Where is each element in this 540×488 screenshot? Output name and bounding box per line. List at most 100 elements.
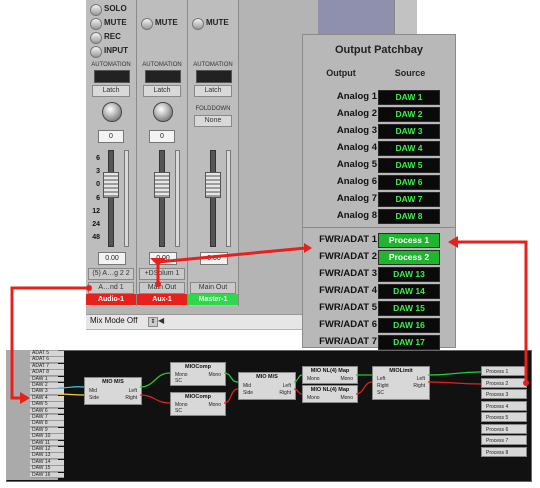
port-mono-in[interactable]: Mono <box>307 376 320 382</box>
patchbay-title: Output Patchbay <box>334 44 423 56</box>
port-right[interactable]: Right <box>125 395 137 401</box>
port-sc[interactable]: SC <box>377 390 384 396</box>
patchbay-source-select[interactable]: Process 1 <box>378 233 440 248</box>
port-mid[interactable]: Mid <box>243 383 251 389</box>
pan-knob[interactable] <box>153 102 173 122</box>
output-selector[interactable]: A…nd 1 <box>88 282 134 294</box>
node-miocomp-2[interactable]: MIOComp Mono SC Mono <box>170 392 226 416</box>
port-mono-out[interactable]: Mono <box>340 376 353 382</box>
process-output-item[interactable]: Process 6 <box>481 423 527 434</box>
port-right-out[interactable]: Right <box>413 383 425 389</box>
automation-label: AUTOMATION <box>142 62 182 68</box>
port-mid[interactable]: Mid <box>89 388 97 394</box>
port-side[interactable]: Side <box>89 395 99 401</box>
port-side[interactable]: Side <box>243 390 253 396</box>
port-left-in[interactable]: Left <box>377 376 385 382</box>
node-mio-nl4-map-1[interactable]: MIO NL(4) Map Mono Mono <box>302 366 358 384</box>
output-selector[interactable]: Main Out <box>190 282 236 294</box>
patchbay-source-select[interactable]: DAW 4 <box>378 141 440 156</box>
port-left[interactable]: Left <box>283 383 291 389</box>
process-output-item[interactable]: Process 3 <box>481 389 527 399</box>
automation-mode-select[interactable]: Latch <box>92 85 130 97</box>
automation-mode-select[interactable]: Latch <box>194 85 232 97</box>
track-name-audio-1[interactable]: Audio-1 <box>86 294 136 305</box>
output-selector[interactable]: Main Out <box>139 282 185 294</box>
node-miocomp-1[interactable]: MIOComp Mono SC Mono <box>170 362 226 386</box>
patchbay-source-select[interactable]: DAW 14 <box>378 284 440 299</box>
port-mono-in[interactable]: Mono <box>307 395 320 401</box>
input-list-item[interactable]: DAW 16 <box>30 472 64 479</box>
port-mono-out[interactable]: Mono <box>208 372 221 378</box>
patchbay-source-select[interactable]: DAW 13 <box>378 267 440 282</box>
output-patchbay-panel: Output Patchbay Output Source Analog 1 DA… <box>302 34 456 350</box>
pan-value[interactable]: 0 <box>98 130 124 143</box>
patchbay-source-select[interactable]: DAW 17 <box>378 335 440 350</box>
track-name-master-1[interactable]: Master-1 <box>188 294 238 305</box>
patchbay-source-select[interactable]: Process 2 <box>378 250 440 265</box>
patchbay-output-label: FWR/ADAT 1 <box>319 234 377 245</box>
insert-slot[interactable]: +DSplum 1 <box>139 268 185 280</box>
pan-knob[interactable] <box>102 102 122 122</box>
pan-value[interactable]: 0 <box>149 130 175 143</box>
mute-label: MUTE <box>206 18 229 27</box>
patchbay-output-label: FWR/ADAT 3 <box>319 268 377 279</box>
port-sc[interactable]: SC <box>175 378 182 384</box>
port-right[interactable]: Right <box>279 390 291 396</box>
mute-button[interactable] <box>90 18 102 30</box>
patchbay-source-select[interactable]: DAW 2 <box>378 107 440 122</box>
process-output-item[interactable]: Process 8 <box>481 446 527 457</box>
node-mio-ms-2[interactable]: MIO M/S Mid Side Left Right <box>238 372 296 400</box>
port-mono-out[interactable]: Mono <box>208 402 221 408</box>
patchbay-output-label: Analog 3 <box>336 125 377 136</box>
node-mio-ms-1[interactable]: MIO M/S Mid Side Left Right <box>84 377 142 405</box>
process-output-item[interactable]: Process 2 <box>481 377 527 388</box>
mute-button[interactable] <box>141 18 153 30</box>
solo-button[interactable] <box>90 4 102 16</box>
volume-value[interactable]: 0.00 <box>98 252 126 265</box>
process-output-item[interactable]: Process 4 <box>481 400 527 411</box>
automation-buttons[interactable] <box>94 70 130 83</box>
volume-fader[interactable] <box>154 172 170 198</box>
process-output-item[interactable]: Process 5 <box>481 412 527 422</box>
patchbay-source-select[interactable]: DAW 15 <box>378 301 440 316</box>
node-mio-nl4-map-2[interactable]: MIO NL(4) Map Mono Mono <box>302 385 358 403</box>
patchbay-source-select[interactable]: DAW 8 <box>378 209 440 224</box>
patchbay-source-select[interactable]: DAW 5 <box>378 158 440 173</box>
rec-button[interactable] <box>90 32 102 44</box>
stepper-icon[interactable]: ⇕ <box>148 317 158 327</box>
scale-0: 0 <box>96 181 100 188</box>
node-miolimit[interactable]: MIOLimit Left Right SC Left Right <box>372 366 430 400</box>
patchbay-source-select[interactable]: DAW 3 <box>378 124 440 139</box>
automation-buttons[interactable] <box>196 70 232 83</box>
patchbay-source-select[interactable]: DAW 7 <box>378 192 440 207</box>
volume-fader[interactable] <box>205 172 221 198</box>
source-column-header: Source <box>394 68 426 78</box>
port-sc[interactable]: SC <box>175 408 182 414</box>
automation-label: AUTOMATION <box>91 62 131 68</box>
channel-strip-aux-1: MUTE AUTOMATION Latch 0 0.00 +DSplum 1 M… <box>137 0 188 306</box>
automation-buttons[interactable] <box>145 70 181 83</box>
process-output-item[interactable]: Process 1 <box>481 366 527 376</box>
mute-label: MUTE <box>155 18 178 27</box>
automation-mode-select[interactable]: Latch <box>143 85 181 97</box>
patchbay-output-label: FWR/ADAT 7 <box>319 336 377 347</box>
process-output-item[interactable]: Process 7 <box>481 435 527 445</box>
patchbay-output-label: FWR/ADAT 2 <box>319 251 377 262</box>
folddown-select[interactable]: None <box>194 115 232 127</box>
scroll-left-icon[interactable]: ◀ <box>158 316 164 325</box>
port-left-out[interactable]: Left <box>417 376 425 382</box>
patchbay-source-select[interactable]: DAW 6 <box>378 175 440 190</box>
volume-value[interactable]: 0.00 <box>200 252 228 265</box>
port-mono-out[interactable]: Mono <box>340 395 353 401</box>
patchbay-source-select[interactable]: DAW 16 <box>378 318 440 333</box>
patchbay-source-select[interactable]: DAW 1 <box>378 90 440 105</box>
input-button[interactable] <box>90 46 102 58</box>
insert-slot[interactable]: (5) A…g 2 2 <box>88 268 134 280</box>
volume-fader[interactable] <box>103 172 119 198</box>
port-left[interactable]: Left <box>129 388 137 394</box>
mute-button[interactable] <box>192 18 204 30</box>
port-right-in[interactable]: Right <box>377 383 389 389</box>
volume-value[interactable]: 0.00 <box>149 252 177 265</box>
patchbay-output-label: Analog 8 <box>336 210 377 221</box>
track-name-aux-1[interactable]: Aux-1 <box>137 294 187 305</box>
